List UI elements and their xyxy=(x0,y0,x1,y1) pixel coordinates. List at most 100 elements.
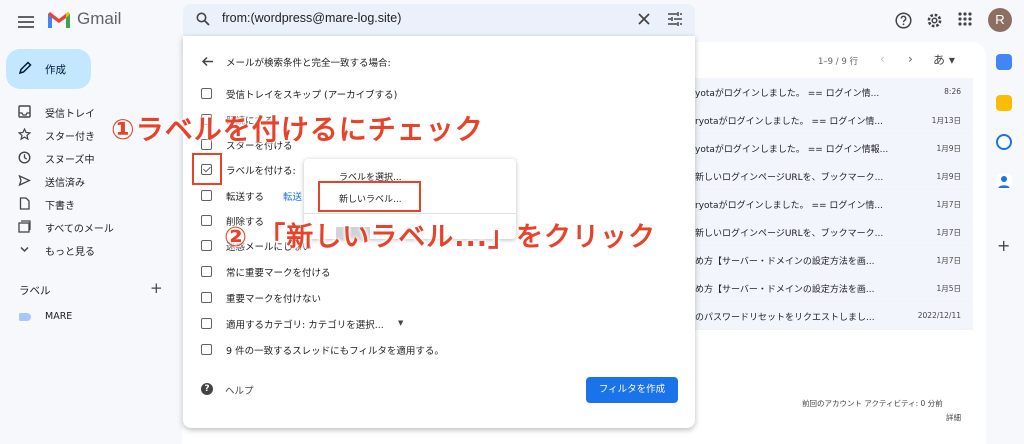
sidebar-item-label: 送信済み xyxy=(45,178,85,189)
send-icon xyxy=(18,174,31,187)
sidebar-label-mare[interactable]: MARE xyxy=(45,311,72,322)
input-tools-button[interactable]: あ ▾ xyxy=(933,51,955,68)
help-circle-icon[interactable]: ? xyxy=(201,383,213,395)
draft-icon xyxy=(18,197,31,210)
table-row[interactable]: め方【サーバー・ドメインの設定方法を画... 1月5日 xyxy=(695,274,973,302)
sidebar-item-all-mail[interactable]: すべてのメール xyxy=(0,216,180,238)
sidebar-item-label: もっと見る xyxy=(45,247,95,258)
table-row[interactable]: のパスワードリセットをリクエストしまし... 2022/12/11 xyxy=(695,302,973,330)
label-tag-icon xyxy=(19,313,31,321)
close-icon[interactable] xyxy=(637,12,651,26)
checkbox[interactable] xyxy=(201,215,212,226)
chevron-left-icon[interactable]: ‹ xyxy=(880,52,885,66)
table-row[interactable]: ryotaがログインしました。 == ログイン情... 1月13日 xyxy=(695,106,973,134)
search-icon[interactable] xyxy=(196,12,210,26)
option-label: 転送する xyxy=(226,192,265,203)
email-snippet: 新しいログインページURLを、ブックマーク... xyxy=(695,173,884,183)
search-input[interactable]: from:(wordpress@mare-log.site) xyxy=(222,11,401,25)
email-snippet: 新しいログインページURLを、ブックマーク... xyxy=(695,229,884,239)
calendar-icon[interactable] xyxy=(996,54,1012,70)
email-date: 1月9日 xyxy=(936,144,961,153)
category-dropdown-arrow[interactable]: ▼ xyxy=(398,319,403,327)
pagination-count: 1–9 / 9 行 xyxy=(818,57,858,67)
pencil-icon xyxy=(18,61,32,75)
table-row[interactable]: 新しいログインページURLを、ブックマーク... 1月7日 xyxy=(695,218,973,246)
clock-icon xyxy=(18,151,31,164)
annotation-step-1: ①ラベルを付けるにチェック xyxy=(111,113,484,146)
email-date: 1月5日 xyxy=(936,284,961,293)
email-date: 1月9日 xyxy=(936,172,961,181)
checkbox[interactable] xyxy=(201,190,212,201)
sidebar-item-label: 受信トレイ xyxy=(45,109,95,120)
inbox-icon xyxy=(18,105,31,118)
highlight-box-new-label xyxy=(318,181,421,212)
filter-criteria-text: メールが検索条件と完全一致する場合: xyxy=(226,58,391,69)
table-row[interactable]: yotaがログインしました。 == ログイン情報... 1月9日 xyxy=(695,134,973,162)
checkbox[interactable] xyxy=(201,240,212,251)
sidebar-item-more[interactable]: もっと見る xyxy=(0,239,180,261)
forward-address-link[interactable]: 転送 xyxy=(283,189,302,203)
search-options-icon[interactable] xyxy=(667,11,683,27)
email-snippet: め方【サーバー・ドメインの設定方法を画... xyxy=(695,257,875,267)
email-date: 2022/12/11 xyxy=(917,311,961,320)
email-snippet: yotaがログインしました。 == ログイン情... xyxy=(695,89,880,99)
checkbox[interactable] xyxy=(201,266,212,277)
menu-divider xyxy=(304,213,516,214)
checkbox[interactable] xyxy=(201,88,212,99)
email-snippet: yotaがログインしました。 == ログイン情報... xyxy=(695,145,889,155)
email-date: 1月7日 xyxy=(936,228,961,237)
chevron-down-icon xyxy=(18,243,31,256)
table-row[interactable]: yotaがログインしました。 == ログイン情... 8:26 xyxy=(695,78,973,106)
email-snippet: ryotaがログインしました。 == ログイン情... xyxy=(695,201,883,211)
email-snippet: のパスワードリセットをリクエストしまし... xyxy=(695,313,875,323)
chevron-right-icon[interactable]: › xyxy=(908,52,913,66)
sidebar-item-drafts[interactable]: 下書き xyxy=(0,193,180,215)
sidebar-item-label: スター付き xyxy=(45,132,95,143)
option-label: 受信トレイをスキップ (アーカイブする) xyxy=(226,90,398,101)
sidebar-item-label: すべてのメール xyxy=(45,224,114,235)
keep-icon[interactable] xyxy=(996,95,1012,111)
main-menu-icon[interactable] xyxy=(14,10,38,34)
table-row[interactable]: 新しいログインページURLを、ブックマーク... 1月9日 xyxy=(695,162,973,190)
option-label: 常に重要マークを付ける xyxy=(226,268,331,279)
email-date: 8:26 xyxy=(944,87,961,96)
details-link[interactable]: 詳細 xyxy=(946,412,961,423)
checkbox[interactable] xyxy=(201,318,212,329)
gear-icon[interactable] xyxy=(926,12,943,29)
all-mail-icon xyxy=(18,220,31,233)
add-addon-button[interactable]: + xyxy=(997,236,1010,255)
email-snippet: め方【サーバー・ドメインの設定方法を画... xyxy=(695,285,875,295)
sidebar-item-snoozed[interactable]: スヌーズ中 xyxy=(0,147,180,169)
help-icon[interactable] xyxy=(895,12,912,29)
email-date: 1月7日 xyxy=(936,256,961,265)
app-name: Gmail xyxy=(77,9,122,28)
email-date: 1月7日 xyxy=(936,200,961,209)
star-icon xyxy=(18,128,31,141)
tasks-icon[interactable] xyxy=(996,134,1012,150)
labels-heading: ラベル xyxy=(19,285,51,297)
gmail-logo-icon xyxy=(46,10,72,30)
table-row[interactable]: ryotaがログインしました。 == ログイン情... 1月7日 xyxy=(695,190,973,218)
option-label: 重要マークを付けない xyxy=(226,294,322,305)
help-link[interactable]: ヘルプ xyxy=(225,383,254,397)
arrow-back-icon[interactable] xyxy=(201,55,214,68)
create-filter-button[interactable]: フィルタを作成 xyxy=(586,377,678,403)
option-label: 9 件の一致するスレッドにもフィルタを適用する。 xyxy=(226,346,444,357)
option-label: ラベルを付ける: xyxy=(226,166,296,177)
checkbox[interactable] xyxy=(201,344,212,355)
compose-label: 作成 xyxy=(45,64,66,76)
highlight-box-checkbox xyxy=(192,153,222,185)
apps-grid-icon[interactable] xyxy=(958,12,972,26)
contacts-icon[interactable] xyxy=(996,174,1012,190)
sidebar-item-label: スヌーズ中 xyxy=(45,155,95,166)
email-snippet: ryotaがログインしました。 == ログイン情... xyxy=(695,117,883,127)
sidebar-item-sent[interactable]: 送信済み xyxy=(0,170,180,192)
sidebar-item-label: 下書き xyxy=(45,201,75,212)
email-date: 1月13日 xyxy=(931,116,961,125)
add-label-button[interactable]: + xyxy=(150,279,163,297)
avatar[interactable]: R xyxy=(988,8,1012,32)
account-activity: 前回のアカウント アクティビティ: 0 分前 xyxy=(802,399,943,408)
option-label: 適用するカテゴリ: カテゴリを選択... xyxy=(226,320,384,331)
checkbox[interactable] xyxy=(201,292,212,303)
table-row[interactable]: め方【サーバー・ドメインの設定方法を画... 1月7日 xyxy=(695,246,973,274)
